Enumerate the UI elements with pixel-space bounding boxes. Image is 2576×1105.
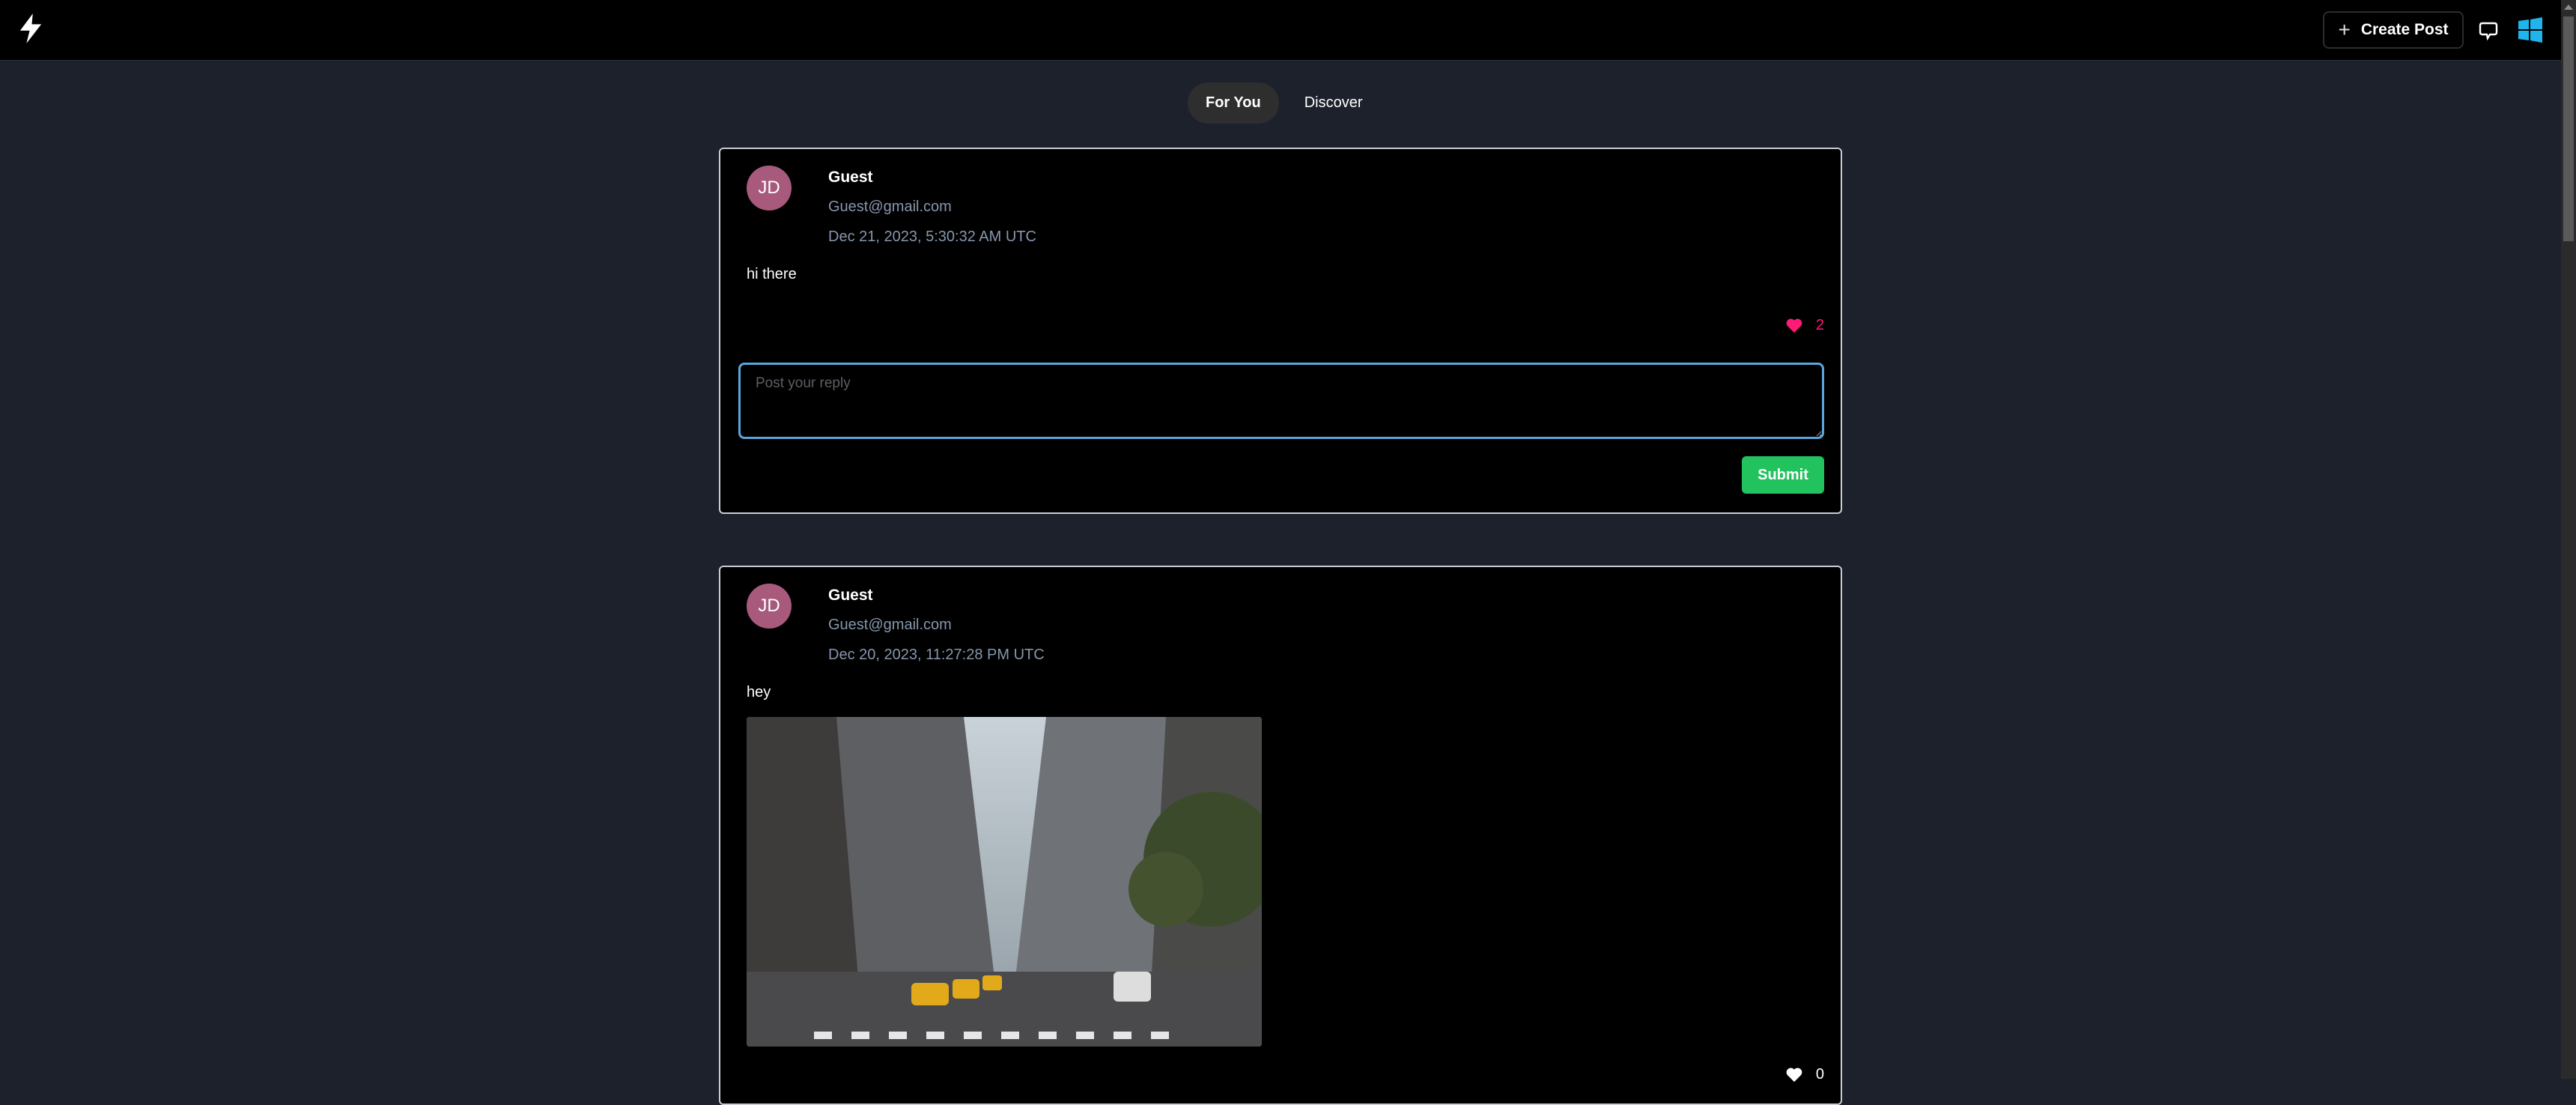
like-count: 0 [1815,1066,1824,1083]
post-date: Dec 21, 2023, 5:30:32 AM UTC [828,228,1036,245]
post-card: JD Guest Guest@gmail.com Dec 21, 2023, 5… [719,148,1842,514]
create-post-label: Create Post [2360,21,2449,38]
tab-discover[interactable]: Discover [1287,82,1381,124]
reply-input[interactable] [738,363,1824,439]
heart-icon[interactable] [1786,1068,1802,1083]
author-name: Guest [828,169,873,186]
avatar[interactable]: JD [747,584,792,629]
author-email: Guest@gmail.com [828,199,952,215]
like-button[interactable]: 2 [1786,317,1824,334]
like-count: 2 [1815,317,1824,333]
author-name: Guest [828,587,873,604]
create-post-button[interactable]: + Create Post [2323,11,2464,49]
heart-icon[interactable] [1786,318,1802,333]
post-card: JD Guest Guest@gmail.com Dec 20, 2023, 1… [719,566,1842,1105]
post-image[interactable] [747,717,1262,1047]
feed-tabs: For You Discover [1188,82,1381,124]
like-button[interactable]: 0 [1786,1066,1824,1083]
top-navbar: + Create Post [0,0,2561,61]
chat-bubble-icon[interactable] [2479,21,2498,40]
submit-button[interactable]: Submit [1742,456,1824,494]
post-date: Dec 20, 2023, 11:27:28 PM UTC [828,647,1045,663]
post-content: hi there [747,266,797,282]
avatar[interactable]: JD [747,166,792,211]
scrollbar-thumb[interactable] [2563,16,2574,241]
lightning-bolt-icon[interactable] [18,13,43,43]
tab-for-you[interactable]: For You [1188,82,1279,124]
page-scrollbar[interactable] [2561,0,2576,1079]
windows-logo-icon[interactable] [2518,17,2543,43]
scroll-up-arrow-icon[interactable] [2564,4,2573,10]
post-content: hey [747,684,771,700]
plus-icon: + [2338,18,2351,41]
author-email: Guest@gmail.com [828,617,952,633]
